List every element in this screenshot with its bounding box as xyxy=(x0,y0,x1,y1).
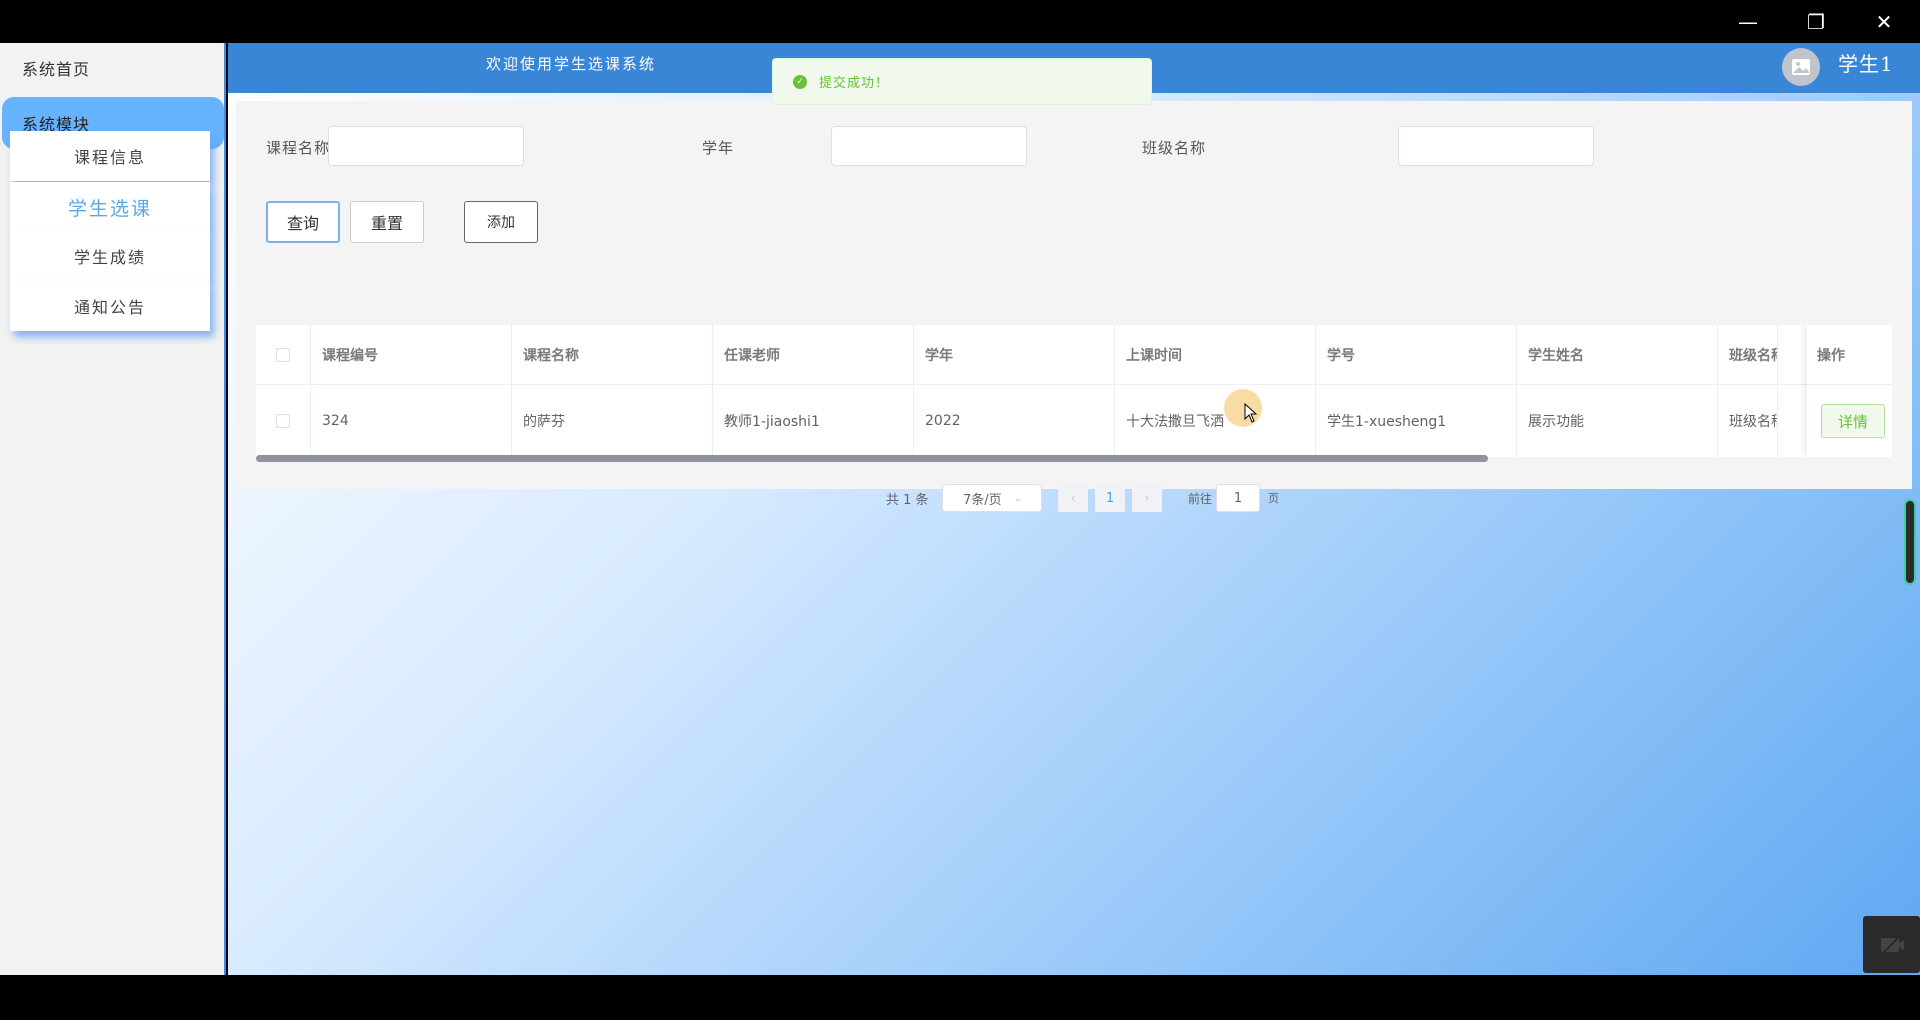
pager-controls: ‹ 1 › xyxy=(1058,484,1168,512)
table-cell: 教师1-jiaoshi1 xyxy=(713,385,914,457)
column-header[interactable]: 上课时间 xyxy=(1115,325,1316,384)
app-window: 系统首页 系统模块 课程信息 学生选课 学生成绩 通知公告 欢迎使用学生选课系统… xyxy=(0,43,1920,975)
sidebar-home-link[interactable]: 系统首页 xyxy=(0,43,224,93)
column-header[interactable]: 任课老师 xyxy=(713,325,914,384)
main-content: 欢迎使用学生选课系统 学生1 ✓ 提交成功！ 课程名称 学年 班级名称 查询 重… xyxy=(228,43,1920,975)
welcome-text: 欢迎使用学生选课系统 xyxy=(486,55,657,73)
detail-button[interactable]: 详情 xyxy=(1821,404,1885,438)
add-button[interactable]: 添加 xyxy=(464,201,538,243)
chevron-right-icon: › xyxy=(1144,491,1150,505)
sidebar-item-course-selection[interactable]: 学生选课 xyxy=(10,182,210,232)
sidebar-item-notices[interactable]: 通知公告 xyxy=(10,281,210,331)
course-name-input[interactable] xyxy=(328,126,524,166)
sidebar: 系统首页 系统模块 课程信息 学生选课 学生成绩 通知公告 xyxy=(0,43,226,975)
page-size-wrapper: 7条/页 ⌄ xyxy=(942,484,1052,512)
prev-page-button[interactable]: ‹ xyxy=(1058,484,1088,512)
bottom-black-bar xyxy=(0,975,1920,1020)
table-cell: 班级名称 xyxy=(1718,385,1778,457)
year-label: 学年 xyxy=(702,139,735,157)
page-size-value: 7条/页 xyxy=(963,492,1002,508)
restore-icon: ❐ xyxy=(1807,9,1825,34)
table-cell: 2022 xyxy=(914,385,1115,457)
mouse-cursor-icon xyxy=(1244,403,1258,423)
table-cell: 324 xyxy=(311,385,512,457)
goto-label: 前往 xyxy=(1188,492,1213,506)
reset-button[interactable]: 重置 xyxy=(350,201,424,243)
search-panel: 课程名称 学年 班级名称 查询 重置 添加 课程编号 课程名称 任课老师 学年 … xyxy=(236,101,1912,512)
operation-cell: 详情 xyxy=(1807,385,1892,457)
column-header[interactable]: 课程名称 xyxy=(512,325,713,384)
window-titlebar: — ❐ ✕ xyxy=(0,0,1920,43)
success-toast: ✓ 提交成功！ xyxy=(772,58,1152,105)
page-vertical-scrollbar[interactable] xyxy=(1904,499,1916,585)
year-input[interactable] xyxy=(831,126,1027,166)
table-cell: 展示功能 xyxy=(1517,385,1718,457)
sidebar-item-course-info[interactable]: 课程信息 xyxy=(10,131,210,181)
floating-widget-button[interactable] xyxy=(1863,916,1920,973)
column-header[interactable]: 学生姓名 xyxy=(1517,325,1718,384)
minimize-icon: — xyxy=(1738,9,1758,34)
pager-jump: 前往 1 页 xyxy=(1188,484,1308,512)
column-header[interactable]: 班级名称 xyxy=(1718,325,1778,384)
avatar[interactable] xyxy=(1782,48,1820,86)
table-cell: 的萨芬 xyxy=(512,385,713,457)
check-circle-icon: ✓ xyxy=(793,74,807,89)
table-cell: 学生1-xuesheng1 xyxy=(1316,385,1517,457)
course-selection-table: 课程编号 课程名称 任课老师 学年 上课时间 学号 学生姓名 班级名称 324 … xyxy=(256,325,1892,457)
column-header[interactable]: 学号 xyxy=(1316,325,1517,384)
page-number-1[interactable]: 1 xyxy=(1095,484,1125,512)
select-all-checkbox[interactable] xyxy=(276,347,290,362)
class-name-label: 班级名称 xyxy=(1142,139,1207,157)
table-header-row: 课程编号 课程名称 任课老师 学年 上课时间 学号 学生姓名 班级名称 xyxy=(256,325,1892,385)
class-name-input[interactable] xyxy=(1398,126,1594,166)
column-header[interactable]: 课程编号 xyxy=(311,325,512,384)
query-button[interactable]: 查询 xyxy=(266,201,340,243)
close-icon: ✕ xyxy=(1875,9,1893,34)
chevron-left-icon: ‹ xyxy=(1070,491,1076,505)
operation-column: 操作 详情 xyxy=(1807,325,1892,457)
column-header-operation: 操作 xyxy=(1807,325,1892,385)
close-button[interactable]: ✕ xyxy=(1850,0,1918,43)
sidebar-item-grades[interactable]: 学生成绩 xyxy=(10,231,210,281)
minimize-button[interactable]: — xyxy=(1714,0,1782,43)
image-icon xyxy=(1792,59,1810,75)
row-checkbox[interactable] xyxy=(276,414,290,428)
goto-page-input[interactable]: 1 xyxy=(1216,484,1260,512)
video-off-icon xyxy=(1880,934,1904,955)
table-row[interactable]: 324 的萨芬 教师1-jiaoshi1 2022 十大法撒旦飞洒 学生1-xu… xyxy=(256,385,1892,457)
page-number-text: 1 xyxy=(1105,490,1115,506)
table-cell: 十大法撒旦飞洒 xyxy=(1115,385,1316,457)
next-page-button[interactable]: › xyxy=(1132,484,1162,512)
course-name-label: 课程名称 xyxy=(266,139,331,157)
column-header[interactable]: 学年 xyxy=(914,325,1115,384)
select-all-cell xyxy=(256,325,311,384)
toast-message: 提交成功！ xyxy=(819,76,890,91)
table-horizontal-scrollbar[interactable] xyxy=(256,455,1488,462)
chevron-down-icon: ⌄ xyxy=(1013,492,1023,504)
total-count: 共 1 条 xyxy=(886,492,929,508)
page-size-select[interactable]: 7条/页 ⌄ xyxy=(942,484,1042,512)
page-suffix: 页 xyxy=(1268,492,1279,505)
username[interactable]: 学生1 xyxy=(1838,43,1894,93)
maximize-button[interactable]: ❐ xyxy=(1782,0,1850,43)
row-select-cell xyxy=(256,385,311,457)
